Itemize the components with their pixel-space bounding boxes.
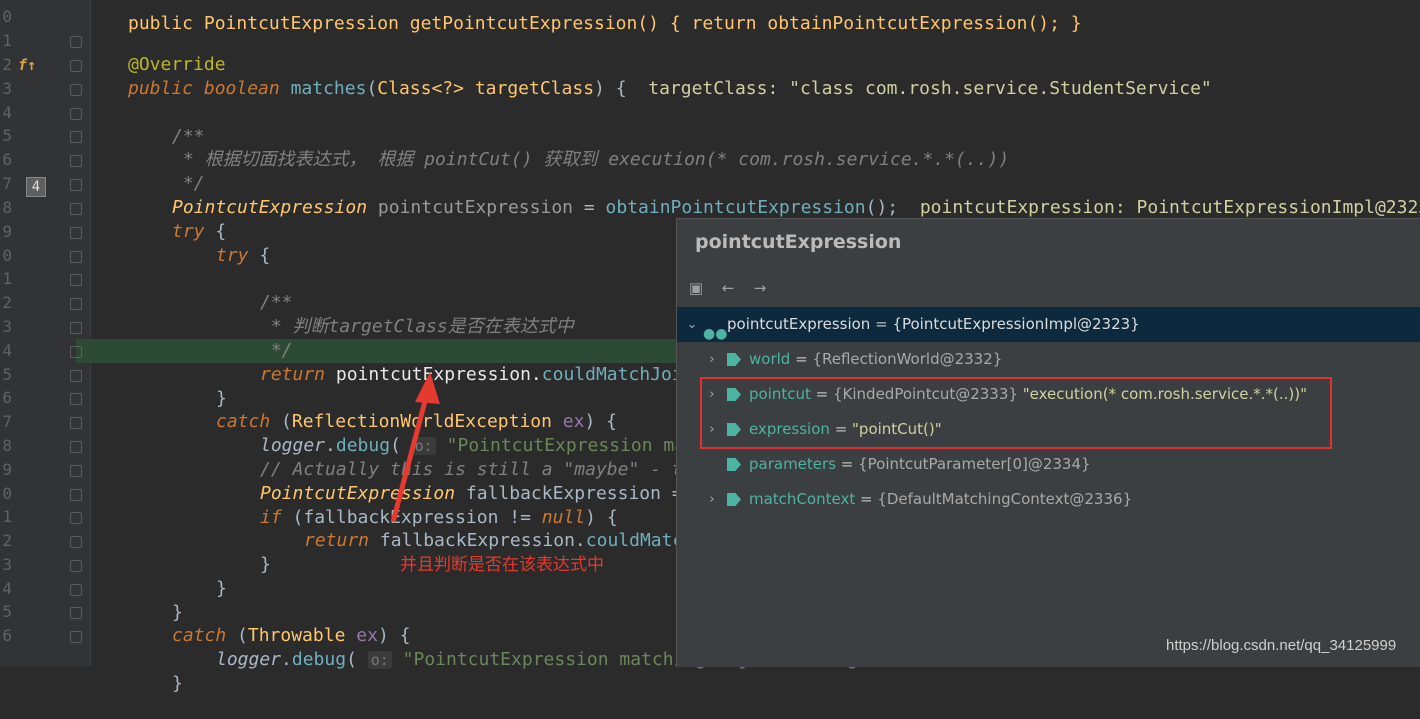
annotation-note: 并且判断是否在该表达式中 [400,555,604,575]
arrow-head [415,372,440,404]
watermark: https://blog.csdn.net/qq_34125999 [1166,637,1397,654]
arrow-shaft [390,389,431,523]
code-punct: } [172,672,183,694]
annotation-arrow [390,372,440,523]
